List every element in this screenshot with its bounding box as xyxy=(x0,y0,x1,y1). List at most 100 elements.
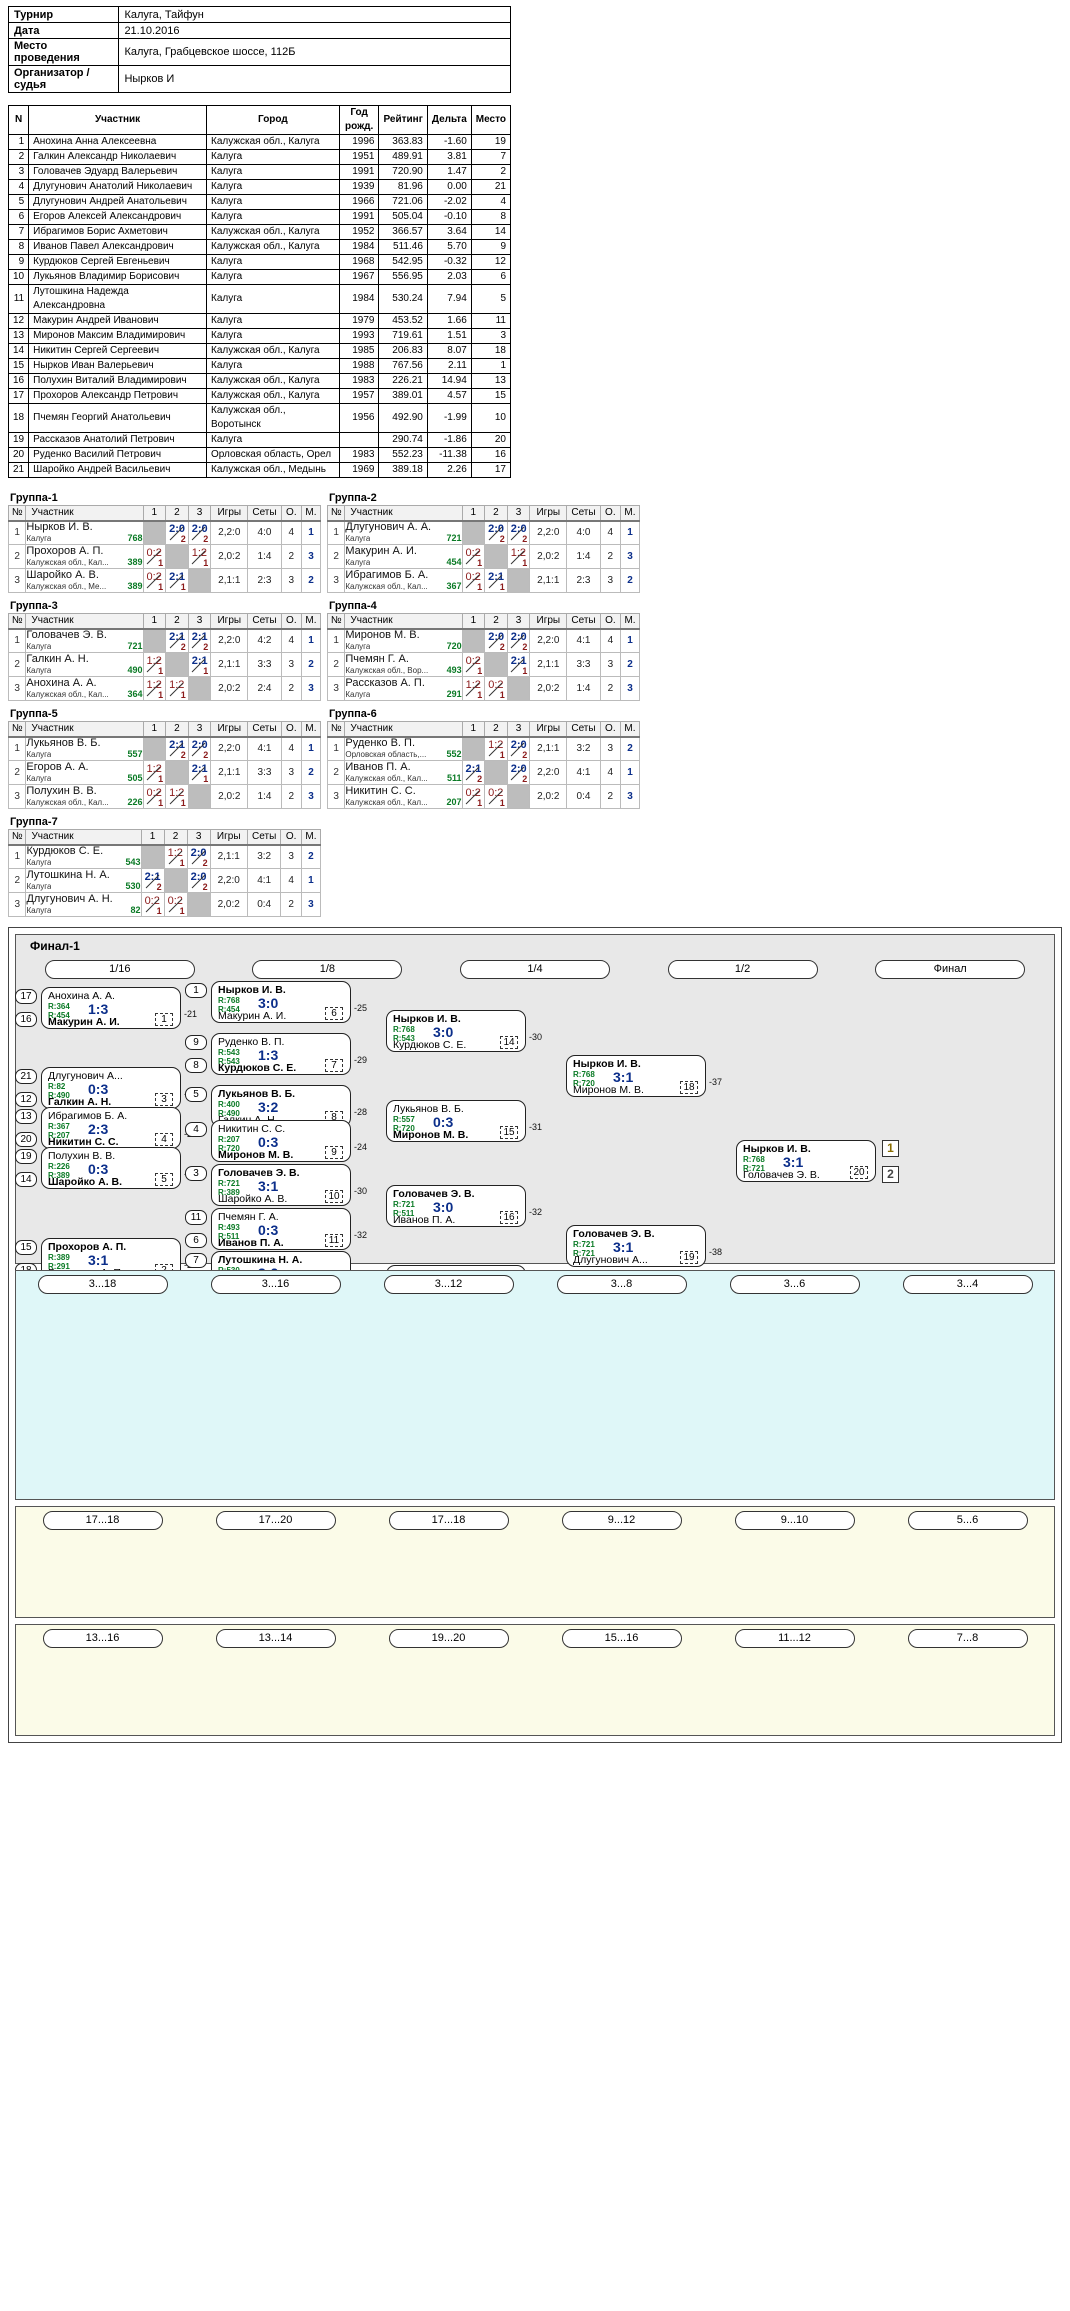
group-result-cell[interactable]: 2:0 2 xyxy=(187,736,212,761)
group-col-header: 1 xyxy=(142,505,167,522)
group-result-cell[interactable]: 2:0 2 xyxy=(187,520,212,545)
group-result-cell[interactable]: 0:2 1 xyxy=(461,784,486,809)
group-result-cell[interactable]: 2:1 1 xyxy=(187,760,212,785)
match-index: 4 xyxy=(155,1133,173,1146)
participant-cell: Курдюков Сергей Евгеньевич xyxy=(28,254,207,270)
group-result-cell[interactable]: 2:1 2 xyxy=(165,628,189,653)
participant-cell: 389.01 xyxy=(378,388,428,404)
bracket-match[interactable]: Головачев Э. В. R:721 R:389 3:1 10 Шаройко А.… xyxy=(211,1164,351,1206)
group-row: 1 Миронов М. В. Калуга 720 2:0 2 2:0 2 2,2:0 4:1 4… xyxy=(326,628,641,653)
participant-cell: 5 xyxy=(7,194,30,210)
match-player-top: Длугунович А... xyxy=(48,1070,123,1082)
group-result-cell[interactable]: 2:1 1 xyxy=(506,652,531,677)
placement-round-headers-a: 17...18 17...20 17...18 9...12 9...10 5...6 xyxy=(16,1507,1054,1532)
group-result-cell[interactable]: 0:2 1 xyxy=(461,568,486,593)
group-match-sets: 2 xyxy=(522,641,528,652)
group-player-city: Калуга xyxy=(26,665,52,675)
info-value: 21.10.2016 xyxy=(118,22,511,39)
group-result-cell[interactable]: 0:2 1 xyxy=(142,784,167,809)
participant-cell: 0.00 xyxy=(426,179,472,195)
group-player-city: Калужская обл., Кал... xyxy=(345,581,428,591)
group-result-cell[interactable]: 2:0 2 xyxy=(506,736,531,761)
bracket-match[interactable]: Головачев Э. В. R:721 R:511 3:0 16 Иванов П. … xyxy=(386,1185,526,1227)
group-result-cell[interactable]: 2:1 2 xyxy=(140,868,165,893)
match-rating-bottom: R:454 xyxy=(218,1005,240,1014)
group-result-cell[interactable]: 2:0 2 xyxy=(484,628,508,653)
group-match-sets: 2 xyxy=(203,641,209,652)
group-points: 2 xyxy=(280,676,302,701)
participant-cell: Калуга xyxy=(206,209,340,225)
bracket-match[interactable]: Головачев Э. В. R:721 R:721 3:1 19 Длугунович… xyxy=(566,1225,706,1267)
match-rating-top: R:82 xyxy=(48,1082,66,1091)
bracket-match[interactable]: Лукьянов В. Б. R:557 R:720 0:3 15 Миронов М. … xyxy=(386,1100,526,1142)
group-result-cell[interactable]: 0:2 1 xyxy=(140,892,165,917)
group-match-sets: 1 xyxy=(179,857,185,868)
group-result-cell[interactable]: 2:1 2 xyxy=(187,628,212,653)
group-result-cell[interactable]: 0:2 1 xyxy=(461,544,486,569)
round-label: 3...4 xyxy=(902,1275,1033,1294)
participant-cell: 12 xyxy=(7,313,30,329)
group-result-cell[interactable]: 2:0 2 xyxy=(165,520,189,545)
group-result-cell[interactable]: 1:2 1 xyxy=(142,676,167,701)
group-player-name: Егоров А. А. xyxy=(26,761,89,773)
group-result-cell[interactable]: 2:0 2 xyxy=(186,868,211,893)
group-result-cell[interactable]: 0:2 1 xyxy=(142,544,167,569)
bracket-match[interactable]: Нырков И. В. R:768 R:543 3:0 14 Курдюков С. Е… xyxy=(386,1010,526,1052)
group-player-city: Калужская обл., Кал... xyxy=(345,773,428,783)
group-result-cell[interactable]: 2:1 2 xyxy=(165,736,189,761)
group-result-cell[interactable]: 1:2 1 xyxy=(142,652,167,677)
group-result-cell[interactable]: 2:0 2 xyxy=(506,760,531,785)
bracket-match[interactable]: Анохина А. А. R:364 R:454 1:3 1 Макурин А. И. xyxy=(41,987,181,1029)
group-result-cell[interactable]: 1:2 1 xyxy=(142,760,167,785)
bracket-match[interactable]: Нырков И. В. R:768 R:454 3:0 6 Макурин А. И. xyxy=(211,981,351,1023)
bracket-match[interactable]: Нырков И. В. R:768 R:720 3:1 18 Миронов М. В. xyxy=(566,1055,706,1097)
group-result-cell[interactable]: 1:2 1 xyxy=(165,784,189,809)
group-result-cell[interactable]: 0:2 1 xyxy=(484,676,508,701)
group-match-sets: 1 xyxy=(156,905,162,916)
participant-cell: Длугунович Андрей Анатольевич xyxy=(28,194,207,210)
group-result-cell[interactable]: 2:0 2 xyxy=(484,520,508,545)
participant-cell: Лукьянов Владимир Борисович xyxy=(28,269,207,285)
group-col-header: Сеты xyxy=(566,505,601,522)
group-result-cell[interactable]: 1:2 1 xyxy=(165,676,189,701)
group-result-cell[interactable]: 2:0 2 xyxy=(506,520,531,545)
bracket-match[interactable]: Ибрагимов Б. А. R:367 R:207 2:3 4 Никитин С. … xyxy=(41,1107,181,1149)
group-player-city: Калуга xyxy=(345,533,371,543)
group-result-cell[interactable]: 0:2 1 xyxy=(142,568,167,593)
group-result-cell[interactable]: 2:1 1 xyxy=(187,652,212,677)
participant-cell: 1952 xyxy=(338,224,380,240)
group-sets: 3:2 xyxy=(566,736,601,761)
participant-cell: Калуга xyxy=(206,284,340,314)
bracket-match[interactable]: Полухин В. В. R:226 R:389 0:3 5 Шаройко А. В. xyxy=(41,1147,181,1189)
bracket-match[interactable]: Никитин С. С. R:207 R:720 0:3 9 Миронов М. В. xyxy=(211,1120,351,1162)
group-result-cell[interactable]: 1:2 1 xyxy=(187,544,212,569)
group-result-cell[interactable]: 0:2 1 xyxy=(163,892,188,917)
bracket-match[interactable]: Нырков И. В. R:768 R:721 3:1 20 Головачев Э. … xyxy=(736,1140,876,1182)
bracket-match[interactable]: Пчемян Г. А. R:493 R:511 0:3 11 Иванов П. А. xyxy=(211,1208,351,1250)
match-rating-top: R:400 xyxy=(218,1100,240,1109)
group-result-cell[interactable]: 1:2 1 xyxy=(506,544,531,569)
group-row-pair: Группа-3 № Участник 1 2 3 Игры Сеты О. М. 1 Головач… xyxy=(7,600,1070,701)
group-result-cell[interactable]: 1:2 1 xyxy=(163,844,188,869)
group-result-cell[interactable]: 2:0 2 xyxy=(186,844,211,869)
group-result-cell[interactable]: 2:1 1 xyxy=(165,568,189,593)
participant-cell: 511.46 xyxy=(378,239,428,255)
participant-cell: 556.95 xyxy=(378,269,428,285)
group-result-cell[interactable]: 0:2 1 xyxy=(461,652,486,677)
group-player-rating: 493 xyxy=(446,664,462,675)
group-self-cell xyxy=(484,652,508,677)
group-result-cell[interactable]: 2:1 1 xyxy=(484,568,508,593)
bracket-match[interactable]: Руденко В. П. R:543 R:543 1:3 7 Курдюков С. Е… xyxy=(211,1033,351,1075)
bracket-match[interactable]: Длугунович А... R:82 R:490 0:3 3 Галкин А. Н. xyxy=(41,1067,181,1109)
participant-cell: Рассказов Анатолий Петрович xyxy=(28,432,207,448)
match-score: 3:1 xyxy=(783,1154,804,1170)
group-result-cell[interactable]: 1:2 1 xyxy=(484,736,508,761)
group-result-cell[interactable]: 2:0 2 xyxy=(506,628,531,653)
group-result-cell[interactable]: 1:2 1 xyxy=(461,676,486,701)
match-score: 0:3 xyxy=(433,1114,454,1130)
group-result-cell[interactable]: 0:2 1 xyxy=(484,784,508,809)
group-match-sets: 1 xyxy=(158,773,164,784)
match-rating-bottom: R:720 xyxy=(218,1144,240,1153)
participant-cell: 9 xyxy=(470,239,512,255)
group-result-cell[interactable]: 2:1 2 xyxy=(461,760,486,785)
